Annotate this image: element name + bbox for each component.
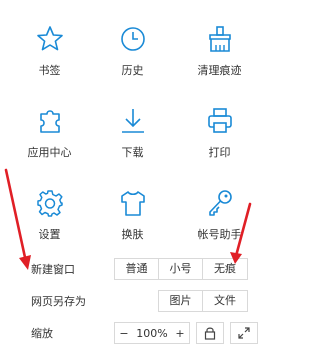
- skin-label: 换肤: [121, 228, 144, 241]
- history-label: 历史: [121, 64, 144, 77]
- bookmarks-label: 书签: [38, 64, 61, 77]
- printer-icon: [207, 108, 232, 133]
- new-window-label: 新建窗口: [31, 263, 75, 276]
- save-as-options: 图片 文件: [158, 290, 248, 312]
- save-as-label: 网页另存为: [31, 295, 86, 308]
- new-window-row: 新建窗口 普通 小号 无痕: [0, 254, 273, 284]
- new-window-options: 普通 小号 无痕: [114, 258, 248, 280]
- save-as-image-button[interactable]: 图片: [159, 291, 203, 311]
- account-assistant-label: 帐号助手: [197, 228, 242, 241]
- new-window-normal-button[interactable]: 普通: [115, 259, 159, 279]
- zoom-out-button[interactable]: −: [115, 327, 133, 340]
- puzzle-icon: [39, 110, 60, 133]
- zoom-controls: − 100% +: [114, 322, 258, 344]
- new-window-small-button[interactable]: 小号: [159, 259, 203, 279]
- zoom-label: 缩放: [31, 327, 53, 340]
- history-item[interactable]: 历史: [87, 0, 178, 82]
- expand-icon: [238, 327, 250, 339]
- settings-item[interactable]: 设置: [4, 164, 95, 246]
- lock-icon: [204, 327, 216, 340]
- app-center-item[interactable]: 应用中心: [4, 82, 95, 164]
- print-item[interactable]: 打印: [174, 82, 265, 164]
- settings-label: 设置: [38, 228, 61, 241]
- star-icon: [36, 26, 63, 51]
- new-window-incognito-button[interactable]: 无痕: [203, 259, 247, 279]
- save-as-row: 网页另存为 图片 文件: [0, 286, 273, 316]
- lock-button[interactable]: [196, 322, 224, 344]
- brush-icon: [208, 26, 231, 52]
- zoom-in-button[interactable]: +: [171, 327, 189, 340]
- save-as-file-button[interactable]: 文件: [203, 291, 247, 311]
- key-icon: [208, 190, 232, 216]
- skin-item[interactable]: 换肤: [87, 164, 178, 246]
- download-item[interactable]: 下载: [87, 82, 178, 164]
- fullscreen-button[interactable]: [230, 322, 258, 344]
- gear-icon: [36, 190, 63, 217]
- zoom-value: 100%: [136, 326, 168, 340]
- clock-icon: [120, 27, 145, 51]
- zoom-row: 缩放 − 100% +: [0, 318, 273, 348]
- bookmarks-item[interactable]: 书签: [4, 0, 95, 82]
- app-center-label: 应用中心: [27, 146, 72, 159]
- account-assistant-item[interactable]: 帐号助手: [174, 164, 265, 246]
- download-icon: [121, 109, 144, 133]
- print-label: 打印: [208, 146, 231, 159]
- zoom-stepper: − 100% +: [114, 322, 190, 344]
- download-label: 下载: [121, 146, 144, 159]
- clear-traces-item[interactable]: 清理痕迹: [174, 0, 265, 82]
- shirt-icon: [120, 191, 145, 216]
- clear-traces-label: 清理痕迹: [197, 64, 242, 77]
